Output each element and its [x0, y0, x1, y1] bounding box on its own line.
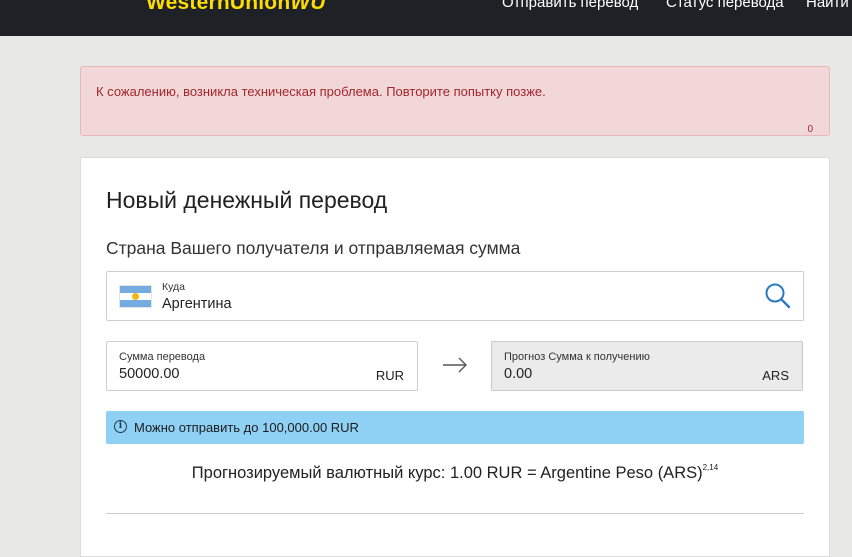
- western-union-logo[interactable]: WesternUnionWU: [146, 0, 326, 15]
- receive-currency: ARS: [762, 368, 789, 383]
- send-amount-value[interactable]: 50000.00: [119, 366, 179, 382]
- top-navigation-bar: WesternUnionWU Отправить перевод Статус …: [0, 0, 852, 36]
- destination-country-field[interactable]: Куда Аргентина: [106, 271, 804, 321]
- receive-amount-label: Прогноз Сумма к получению: [504, 351, 650, 363]
- send-limit-text: Можно отправить до 100,000.00 RUR: [134, 420, 359, 435]
- section-subtitle: Страна Вашего получателя и отправляемая …: [106, 238, 521, 258]
- send-currency: RUR: [375, 368, 404, 383]
- send-limit-info-banner: i Можно отправить до 100,000.00 RUR: [106, 411, 804, 444]
- destination-value: Аргентина: [162, 296, 232, 312]
- nav-track-transfer[interactable]: Статус перевода: [666, 0, 784, 11]
- exchange-rate-line: Прогнозируемый валютный курс: 1.00 RUR =…: [81, 463, 829, 483]
- transfer-form-card: Новый денежный перевод Страна Вашего пол…: [80, 157, 830, 557]
- logo-mark: WU: [290, 0, 326, 14]
- divider: [106, 513, 804, 514]
- argentina-flag-icon: [119, 285, 152, 308]
- error-code: 0: [807, 124, 813, 135]
- exchange-rate-footnote: 2,14: [702, 463, 719, 472]
- arrow-right-icon: [443, 357, 467, 373]
- send-amount-label: Сумма перевода: [119, 351, 206, 363]
- nav-send-money[interactable]: Отправить перевод: [502, 0, 638, 11]
- info-icon: i: [114, 420, 127, 433]
- nav-find[interactable]: Найти: [806, 0, 849, 11]
- search-icon[interactable]: [764, 282, 792, 310]
- exchange-rate-text: Прогнозируемый валютный курс: 1.00 RUR =…: [191, 464, 703, 482]
- error-message: К сожалению, возникла техническая пробле…: [96, 84, 546, 99]
- destination-label: Куда: [162, 281, 185, 293]
- page-title: Новый денежный перевод: [106, 187, 388, 213]
- logo-text: WesternUnion: [146, 0, 291, 14]
- receive-amount-field: Прогноз Сумма к получению 0.00 ARS: [491, 341, 803, 391]
- error-alert: К сожалению, возникла техническая пробле…: [80, 66, 830, 136]
- send-amount-field[interactable]: Сумма перевода 50000.00 RUR: [106, 341, 418, 391]
- receive-amount-value: 0.00: [504, 366, 533, 382]
